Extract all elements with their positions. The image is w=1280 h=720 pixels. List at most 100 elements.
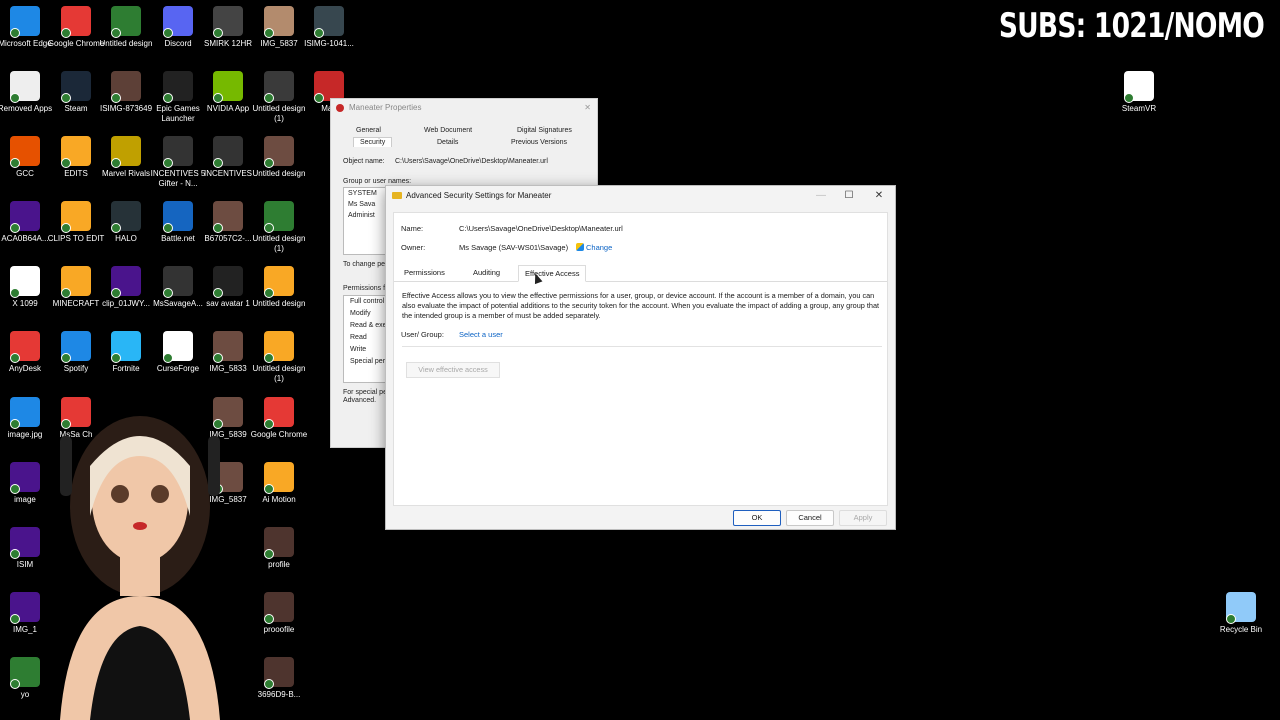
close-icon[interactable]: ✕ bbox=[865, 186, 893, 206]
group-item[interactable]: SYSTEM bbox=[344, 188, 390, 199]
select-user-link[interactable]: Select a user bbox=[459, 330, 503, 339]
sync-check-icon bbox=[213, 93, 223, 103]
desktop-icon-image bbox=[213, 201, 243, 233]
name-value: C:\Users\Savage\OneDrive\Desktop\Maneate… bbox=[459, 224, 623, 233]
sync-check-icon bbox=[213, 28, 223, 38]
cancel-button[interactable]: Cancel bbox=[786, 510, 834, 526]
advanced-security-dialog: Advanced Security Settings for Maneater … bbox=[385, 185, 896, 530]
desktop-icon-image bbox=[264, 201, 294, 233]
desktop-icon[interactable]: SteamVR bbox=[1108, 71, 1170, 114]
desktop-icon-image bbox=[61, 331, 91, 363]
sync-check-icon bbox=[213, 223, 223, 233]
desktop-icon[interactable]: ISIMG-1041... bbox=[298, 6, 360, 49]
desktop-icon-image bbox=[264, 136, 294, 168]
change-link-label: Change bbox=[586, 243, 613, 252]
desktop-icon-label: SteamVR bbox=[1121, 104, 1157, 113]
maneater-logo-icon bbox=[336, 104, 344, 112]
permission-item: Read bbox=[350, 334, 367, 341]
desktop-icon-image bbox=[111, 136, 141, 168]
folder-icon bbox=[392, 192, 402, 199]
sync-check-icon bbox=[111, 353, 121, 363]
ok-button[interactable]: OK bbox=[733, 510, 781, 526]
tab-digital-signatures[interactable]: Digital Signatures bbox=[517, 127, 572, 134]
sync-check-icon bbox=[61, 28, 71, 38]
group-item[interactable]: Ms Sava bbox=[344, 199, 390, 210]
permissions-label: Permissions fo bbox=[343, 285, 389, 292]
desktop-icon-label: Untitled design (1) bbox=[252, 364, 306, 383]
tab-permissions[interactable]: Permissions bbox=[398, 265, 451, 280]
desktop-icon-image bbox=[213, 6, 243, 38]
sync-check-icon bbox=[314, 28, 324, 38]
sync-check-icon bbox=[10, 158, 20, 168]
desktop-icon-image bbox=[10, 331, 40, 363]
tab-effective-access[interactable]: Effective Access bbox=[518, 265, 587, 282]
permission-item: Read & exe bbox=[350, 322, 387, 329]
tab-security[interactable]: Security bbox=[353, 137, 393, 147]
desktop-icon-image bbox=[163, 331, 193, 363]
desktop-icon-image bbox=[111, 331, 141, 363]
tab-web-document[interactable]: Web Document bbox=[424, 127, 472, 134]
desktop-icon-image bbox=[314, 6, 344, 38]
group-list[interactable]: SYSTEM Ms Sava Administ bbox=[343, 187, 391, 255]
tab-auditing[interactable]: Auditing bbox=[467, 265, 506, 280]
sync-check-icon bbox=[10, 28, 20, 38]
owner-label: Owner: bbox=[401, 243, 426, 252]
permission-item: Modify bbox=[350, 310, 371, 317]
desktop-icon-label: Untitled design bbox=[252, 299, 306, 308]
desktop-icon[interactable]: Recycle Bin bbox=[1210, 592, 1272, 635]
to-change-text: To change pe bbox=[343, 261, 386, 268]
dialog-tabs: Permissions Auditing Effective Access bbox=[394, 265, 887, 282]
sync-check-icon bbox=[264, 158, 274, 168]
desktop-icon-image bbox=[10, 266, 40, 298]
effective-access-description: Effective Access allows you to view the … bbox=[402, 291, 880, 320]
sync-check-icon bbox=[264, 28, 274, 38]
sync-check-icon bbox=[111, 28, 121, 38]
desktop-icon-image bbox=[10, 136, 40, 168]
sync-check-icon bbox=[61, 93, 71, 103]
sync-check-icon bbox=[163, 223, 173, 233]
group-item[interactable]: Administ bbox=[344, 210, 390, 221]
desktop-icon[interactable]: Untitled design (1) bbox=[248, 201, 310, 254]
maximize-icon[interactable]: ☐ bbox=[835, 186, 863, 206]
desktop-icon-image bbox=[314, 71, 344, 103]
close-icon[interactable]: ✕ bbox=[584, 99, 591, 117]
desktop-icon[interactable]: Untitled design (1) bbox=[248, 331, 310, 384]
sync-check-icon bbox=[10, 223, 20, 233]
sync-check-icon bbox=[10, 288, 20, 298]
desktop-icon[interactable]: Untitled design bbox=[248, 136, 310, 179]
desktop-icon-image bbox=[61, 71, 91, 103]
sync-check-icon bbox=[163, 353, 173, 363]
desktop-icon-image bbox=[264, 331, 294, 363]
sync-check-icon bbox=[213, 353, 223, 363]
desktop-icon[interactable]: Untitled design bbox=[248, 266, 310, 309]
apply-button[interactable]: Apply bbox=[839, 510, 887, 526]
sync-check-icon bbox=[314, 93, 324, 103]
desktop-icon-image bbox=[111, 6, 141, 38]
shield-icon bbox=[576, 243, 584, 251]
tab-general[interactable]: General bbox=[356, 127, 381, 134]
dialog-title: Advanced Security Settings for Maneater bbox=[406, 191, 552, 200]
sync-check-icon bbox=[163, 28, 173, 38]
desktop-icon-label: ISIMG-1041... bbox=[304, 39, 354, 48]
desktop-icon-image bbox=[1124, 71, 1154, 103]
desktop-icon-image bbox=[10, 201, 40, 233]
sync-check-icon bbox=[163, 288, 173, 298]
sync-check-icon bbox=[1124, 93, 1134, 103]
streamer-avatar bbox=[60, 416, 220, 720]
sync-check-icon bbox=[61, 223, 71, 233]
change-owner-link[interactable]: Change bbox=[576, 243, 612, 252]
tab-previous-versions[interactable]: Previous Versions bbox=[511, 139, 567, 146]
permission-item: Special per bbox=[350, 358, 386, 365]
properties-titlebar: Maneater Properties ✕ bbox=[331, 99, 597, 117]
sync-check-icon bbox=[213, 158, 223, 168]
desktop-icon-image bbox=[213, 331, 243, 363]
permission-item: Write bbox=[350, 346, 367, 353]
sync-check-icon bbox=[111, 288, 121, 298]
dialog-titlebar: Advanced Security Settings for Maneater … bbox=[386, 186, 895, 206]
tab-details[interactable]: Details bbox=[437, 139, 458, 146]
dialog-content: Name: C:\Users\Savage\OneDrive\Desktop\M… bbox=[393, 212, 888, 506]
minimize-icon[interactable]: — bbox=[807, 186, 835, 206]
desktop-icon-image bbox=[10, 71, 40, 103]
sync-check-icon bbox=[10, 93, 20, 103]
view-effective-access-button[interactable]: View effective access bbox=[406, 362, 500, 378]
